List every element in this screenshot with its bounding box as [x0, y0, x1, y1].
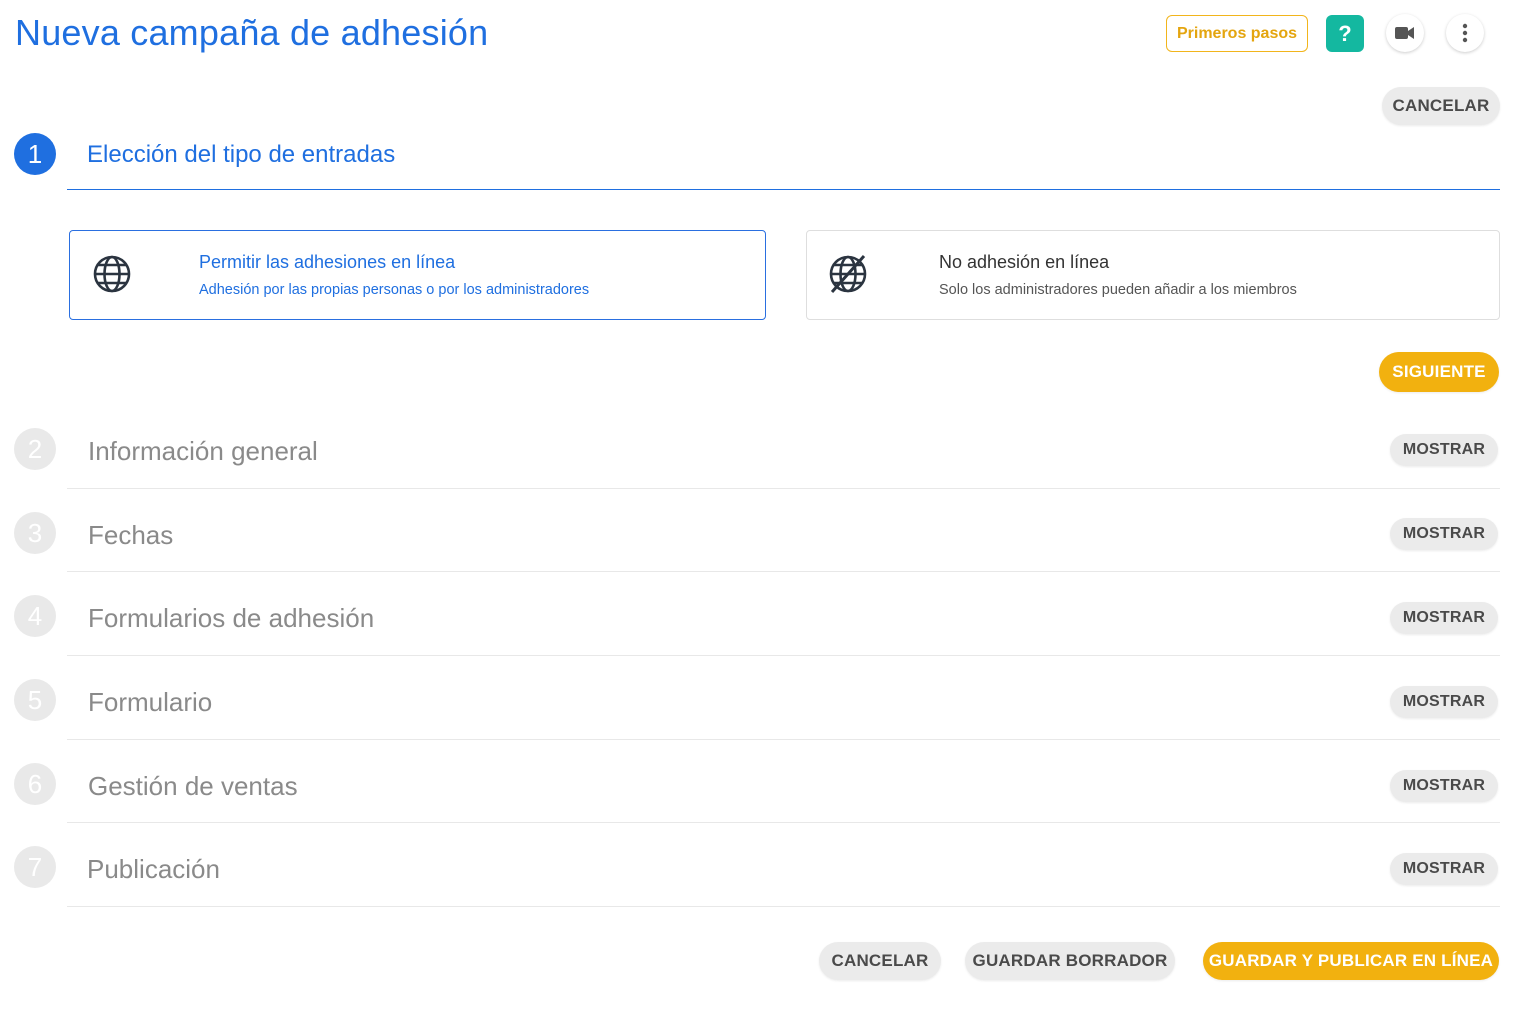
step-4-divider [67, 655, 1500, 656]
step-7-show-button[interactable]: MOSTRAR [1390, 853, 1498, 885]
step-5-number: 5 [14, 679, 56, 721]
step-3-title[interactable]: Fechas [88, 520, 173, 551]
step-5-title[interactable]: Formulario [88, 687, 212, 718]
option-no-online-subtitle: Solo los administradores pueden añadir a… [939, 282, 1297, 298]
save-publish-button[interactable]: GUARDAR Y PUBLICAR EN LÍNEA [1203, 942, 1499, 980]
step-1-number: 1 [14, 133, 56, 175]
next-button[interactable]: SIGUIENTE [1379, 352, 1499, 392]
step-3-number: 3 [14, 512, 56, 554]
step-5-show-button[interactable]: MOSTRAR [1390, 686, 1498, 718]
step-2-title[interactable]: Información general [88, 436, 318, 467]
step-7-divider [67, 906, 1500, 907]
option-no-online-adhesion[interactable]: No adhesión en línea Solo los administra… [806, 230, 1500, 320]
step-6-number: 6 [14, 763, 56, 805]
step-6-title[interactable]: Gestión de ventas [88, 771, 298, 802]
step-1-divider [67, 189, 1500, 190]
option-no-online-title: No adhesión en línea [939, 252, 1110, 272]
step-7-title[interactable]: Publicación [87, 854, 220, 885]
option-online-title: Permitir las adhesiones en línea [199, 252, 456, 272]
video-camera-icon [1395, 27, 1414, 39]
step-2-divider [67, 488, 1500, 489]
step-2-number: 2 [14, 428, 56, 470]
more-vertical-icon [1462, 23, 1468, 43]
step-6-divider [67, 822, 1500, 823]
step-1-title[interactable]: Elección del tipo de entradas [87, 141, 395, 169]
help-button[interactable]: ? [1326, 15, 1364, 52]
video-button[interactable] [1386, 14, 1424, 52]
top-cancel-button[interactable]: CANCELAR [1382, 87, 1500, 125]
step-4-number: 4 [14, 595, 56, 637]
save-draft-button[interactable]: GUARDAR BORRADOR [965, 942, 1175, 980]
step-3-show-button[interactable]: MOSTRAR [1390, 518, 1498, 550]
globe-icon [93, 255, 131, 293]
footer-cancel-button[interactable]: CANCELAR [819, 942, 941, 980]
step-2-show-button[interactable]: MOSTRAR [1390, 434, 1498, 466]
help-icon: ? [1338, 20, 1352, 46]
more-options-button[interactable] [1446, 14, 1484, 52]
primeros-pasos-button[interactable]: Primeros pasos [1166, 15, 1308, 52]
step-5-divider [67, 739, 1500, 740]
step-4-title[interactable]: Formularios de adhesión [88, 603, 374, 634]
option-online-adhesion[interactable]: Permitir las adhesiones en línea Adhesió… [69, 230, 766, 320]
step-4-show-button[interactable]: MOSTRAR [1390, 602, 1498, 634]
step-7-number: 7 [14, 846, 56, 888]
step-3-divider [67, 571, 1500, 572]
step-6-show-button[interactable]: MOSTRAR [1390, 770, 1498, 802]
globe-off-icon [829, 255, 867, 293]
page-title: Nueva campaña de adhesión [15, 12, 489, 53]
option-online-subtitle: Adhesión por las propias personas o por … [199, 282, 590, 298]
